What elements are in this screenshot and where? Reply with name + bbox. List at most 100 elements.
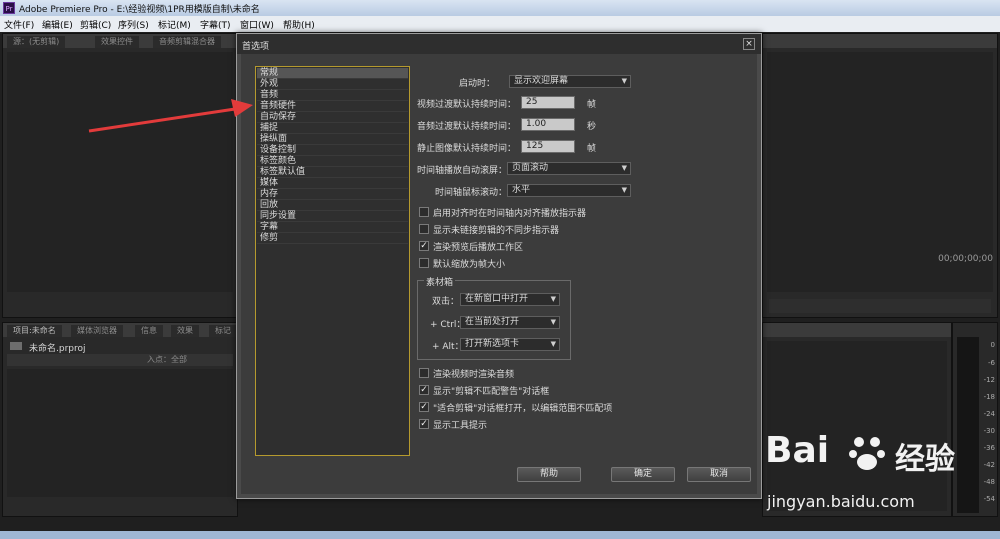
video-transition-unit: 帧 bbox=[587, 100, 597, 110]
category-general[interactable]: 常规 bbox=[257, 68, 408, 79]
category-auto-save[interactable]: 自动保存 bbox=[257, 112, 408, 123]
double-click-dropdown[interactable]: 在新窗口中打开 ▼ bbox=[460, 293, 560, 306]
premiere-app-icon: Pr bbox=[3, 2, 15, 14]
menu-clip[interactable]: 剪辑(C) bbox=[80, 18, 111, 31]
ok-button[interactable]: 确定 bbox=[611, 467, 675, 482]
play-after-render-label: 渲染预览后播放工作区 bbox=[433, 243, 524, 253]
menu-marker[interactable]: 标记(M) bbox=[158, 18, 191, 31]
category-sync-settings[interactable]: 同步设置 bbox=[257, 211, 408, 222]
program-monitor-panel: 00;00;00;00 bbox=[762, 33, 998, 318]
chevron-down-icon: ▼ bbox=[621, 77, 627, 85]
cancel-button[interactable]: 取消 bbox=[687, 467, 751, 482]
category-list: 常规 外观 音频 音频硬件 自动保存 捕捉 操纵面 设备控制 标签颜色 标签默认… bbox=[255, 66, 410, 456]
watermark-jingyan: 经验 bbox=[895, 442, 955, 477]
alt-label: + Alt： bbox=[432, 342, 464, 352]
menu-sequence[interactable]: 序列(S) bbox=[118, 18, 149, 31]
category-memory[interactable]: 内存 bbox=[257, 189, 408, 200]
help-button[interactable]: 帮助 bbox=[517, 467, 581, 482]
tab-audio-clip-mixer[interactable]: 音频剪辑混合器 bbox=[153, 36, 221, 48]
chevron-down-icon: ▼ bbox=[550, 340, 556, 348]
category-device-control[interactable]: 设备控制 bbox=[257, 145, 408, 156]
tab-effect-controls[interactable]: 效果控件 bbox=[95, 36, 139, 48]
category-playback[interactable]: 回放 bbox=[257, 200, 408, 211]
preferences-dialog: 首选项 × 常规 外观 音频 音频硬件 自动保存 捕捉 操纵面 设备控制 标签颜… bbox=[236, 33, 762, 499]
show-tooltips-label: 显示工具提示 bbox=[433, 421, 488, 431]
alt-dropdown[interactable]: 打开新选项卡 ▼ bbox=[460, 338, 560, 351]
double-click-value: 在新窗口中打开 bbox=[465, 294, 529, 304]
ctrl-dropdown[interactable]: 在当前处打开 ▼ bbox=[460, 316, 560, 329]
clip-mismatch-warning-checkbox[interactable]: ✓ bbox=[419, 385, 429, 395]
category-audio-hardware[interactable]: 音频硬件 bbox=[257, 101, 408, 112]
project-tabbar: 项目:未命名 媒体浏览器 信息 效果 标记 bbox=[3, 323, 237, 337]
timeline-scroll-dropdown[interactable]: 页面滚动 ▼ bbox=[507, 162, 631, 175]
menu-help[interactable]: 帮助(H) bbox=[283, 18, 315, 31]
still-image-label: 静止图像默认持续时间： bbox=[417, 144, 517, 154]
play-after-render-checkbox[interactable]: ✓ bbox=[419, 241, 429, 251]
bin-group: 素材箱 双击： 在新窗口中打开 ▼ + Ctrl： 在当前处打开 ▼ + Alt： … bbox=[417, 275, 571, 360]
timeline-mouse-label: 时间轴鼠标滚动： bbox=[435, 188, 508, 198]
alt-value: 打开新选项卡 bbox=[465, 339, 520, 349]
category-appearance[interactable]: 外观 bbox=[257, 79, 408, 90]
tab-markers[interactable]: 标记 bbox=[209, 325, 237, 337]
program-timecode: 00;00;00;00 bbox=[938, 254, 993, 264]
scale-to-frame-checkbox[interactable] bbox=[419, 258, 429, 268]
still-image-unit: 帧 bbox=[587, 144, 597, 154]
scale-to-frame-label: 默认缩放为帧大小 bbox=[433, 260, 506, 270]
window-title: Adobe Premiere Pro - E:\经验视频\1PR用模版自制\未命… bbox=[19, 5, 260, 15]
tab-info[interactable]: 信息 bbox=[135, 325, 163, 337]
menu-title[interactable]: 字幕(T) bbox=[200, 18, 231, 31]
render-audio-label: 渲染视频时渲染音频 bbox=[433, 370, 515, 380]
category-media[interactable]: 媒体 bbox=[257, 178, 408, 189]
tab-project[interactable]: 项目:未命名 bbox=[7, 325, 62, 337]
paw-icon bbox=[847, 432, 887, 475]
still-image-input[interactable]: 125 bbox=[521, 140, 575, 153]
startup-dropdown[interactable]: 显示欢迎屏幕 ▼ bbox=[509, 75, 631, 88]
project-bin-area[interactable] bbox=[7, 369, 233, 497]
category-control-surface[interactable]: 操纵面 bbox=[257, 134, 408, 145]
menu-edit[interactable]: 编辑(E) bbox=[42, 18, 73, 31]
category-label-defaults[interactable]: 标签默认值 bbox=[257, 167, 408, 178]
audio-transition-input[interactable]: 1.00 bbox=[521, 118, 575, 131]
tab-source[interactable]: 源：(无剪辑) bbox=[7, 36, 66, 48]
category-label-colors[interactable]: 标签颜色 bbox=[257, 156, 408, 167]
show-tooltips-checkbox[interactable]: ✓ bbox=[419, 419, 429, 429]
category-trim[interactable]: 修剪 bbox=[257, 233, 408, 244]
timeline-mouse-value: 水平 bbox=[512, 185, 531, 195]
out-of-sync-checkbox[interactable] bbox=[419, 224, 429, 234]
menu-window[interactable]: 窗口(W) bbox=[240, 18, 274, 31]
snap-playhead-checkbox[interactable] bbox=[419, 207, 429, 217]
program-transport-controls[interactable] bbox=[769, 299, 991, 313]
category-titler[interactable]: 字幕 bbox=[257, 222, 408, 233]
source-viewer bbox=[7, 52, 233, 292]
clip-mismatch-warning-label: 显示"剪辑不匹配警告"对话框 bbox=[433, 387, 550, 397]
timeline-scroll-value: 页面滚动 bbox=[512, 163, 549, 173]
dialog-title: 首选项 bbox=[242, 42, 270, 52]
source-tabbar: 源：(无剪辑) 效果控件 音频剪辑混合器 bbox=[3, 34, 237, 48]
watermark-url: jingyan.baidu.com bbox=[767, 492, 915, 511]
tab-effects[interactable]: 效果 bbox=[171, 325, 199, 337]
title-bar: Pr Adobe Premiere Pro - E:\经验视频\1PR用模版自制… bbox=[0, 0, 1000, 16]
project-folder-icon bbox=[9, 341, 23, 354]
dialog-title-bar[interactable]: 首选项 × bbox=[237, 34, 761, 54]
render-audio-checkbox[interactable] bbox=[419, 368, 429, 378]
in-point-label: 入点：全部 bbox=[147, 355, 187, 364]
double-click-label: 双击： bbox=[432, 297, 460, 307]
snap-playhead-label: 启用对齐时在时间轴内对齐播放指示器 bbox=[433, 209, 587, 219]
audio-transition-unit: 秒 bbox=[587, 122, 597, 132]
category-capture[interactable]: 捕捉 bbox=[257, 123, 408, 134]
fit-clip-dialog-checkbox[interactable]: ✓ bbox=[419, 402, 429, 412]
timeline-mouse-dropdown[interactable]: 水平 ▼ bbox=[507, 184, 631, 197]
tab-media-browser[interactable]: 媒体浏览器 bbox=[71, 325, 123, 337]
timeline-tabbar bbox=[763, 323, 951, 337]
video-transition-input[interactable]: 25 bbox=[521, 96, 575, 109]
chevron-down-icon: ▼ bbox=[621, 164, 627, 172]
windows-taskbar[interactable] bbox=[0, 531, 1000, 539]
chevron-down-icon: ▼ bbox=[621, 186, 627, 194]
close-icon[interactable]: × bbox=[743, 38, 755, 50]
menu-bar: 文件(F) 编辑(E) 剪辑(C) 序列(S) 标记(M) 字幕(T) 窗口(W… bbox=[0, 16, 1000, 32]
category-audio[interactable]: 音频 bbox=[257, 90, 408, 101]
watermark-brand: Bai bbox=[765, 430, 830, 471]
project-filename: 未命名.prproj bbox=[29, 344, 86, 354]
menu-file[interactable]: 文件(F) bbox=[4, 18, 34, 31]
fit-clip-dialog-label: "适合剪辑"对话框打开，以编辑范围不匹配项 bbox=[433, 404, 613, 414]
